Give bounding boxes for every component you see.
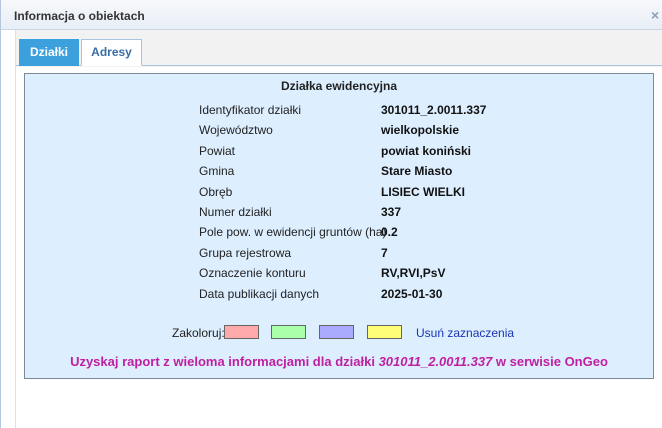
attribute-label: Gmina — [199, 164, 235, 179]
color-swatch-red[interactable] — [224, 325, 259, 339]
tab-content: Działka ewidencyjna Identyfikator działk… — [16, 67, 662, 428]
tab-adresy[interactable]: Adresy — [81, 39, 142, 66]
section-title: Działka ewidencyjna — [280, 79, 398, 93]
colorize-label: Zakoloruj: — [172, 326, 225, 340]
attribute-label: Data publikacji danych — [199, 286, 320, 301]
attribute-value: 301011_2.0011.337 — [381, 103, 487, 117]
window-titlebar: Informacja o obiektach × — [1, 0, 662, 30]
attribute-label: Oznaczenie konturu — [199, 266, 306, 281]
clear-selection-link[interactable]: Usuń zaznaczenia — [416, 326, 514, 340]
color-swatch-yellow[interactable] — [367, 325, 402, 339]
attribute-label: Województwo — [199, 123, 273, 138]
main-panel: Działki Adresy Działka ewidencyjna Ident… — [15, 30, 662, 428]
attribute-value: wielkopolskie — [381, 123, 460, 138]
color-swatch-green[interactable] — [271, 325, 306, 339]
attribute-value: LISIEC WIELKI — [381, 184, 465, 199]
attribute-value: 0.2 — [381, 225, 398, 240]
report-suffix: w serwisie OnGeo — [492, 354, 608, 369]
ongeo-report-link[interactable]: Uzyskaj raport z wieloma informacjami dl… — [25, 354, 653, 369]
attribute-value: RV,RVI,PsV — [381, 266, 446, 281]
attribute-label: Powiat — [199, 143, 236, 158]
object-info-window: Informacja o obiektach × Działki Adresy … — [0, 0, 662, 428]
attribute-value: Stare Miasto — [381, 164, 453, 179]
window-title: Informacja o obiektach — [14, 9, 145, 23]
attribute-label: Numer działki — [199, 204, 272, 219]
attribute-label: Pole pow. w ewidencji gruntów (ha) — [199, 225, 387, 240]
attribute-label: Identyfikator działki — [199, 103, 302, 117]
attribute-value: powiat koniński — [381, 143, 472, 158]
attribute-value: 7 — [381, 245, 388, 260]
parcel-info-box: Działka ewidencyjna Identyfikator działk… — [24, 73, 654, 379]
report-parcel-id: 301011_2.0011.337 — [378, 354, 493, 369]
attribute-label: Grupa rejestrowa — [199, 245, 292, 260]
close-icon[interactable]: × — [651, 7, 662, 23]
report-prefix: Uzyskaj raport z wieloma informacjami dl… — [70, 354, 379, 369]
tab-dzialki[interactable]: Działki — [19, 39, 79, 66]
tab-strip: Działki Adresy — [16, 36, 662, 66]
attribute-value: 337 — [381, 204, 402, 219]
attribute-value: 2025-01-30 — [381, 286, 443, 301]
color-swatch-blue[interactable] — [319, 325, 354, 339]
attribute-label: Obręb — [199, 184, 233, 199]
